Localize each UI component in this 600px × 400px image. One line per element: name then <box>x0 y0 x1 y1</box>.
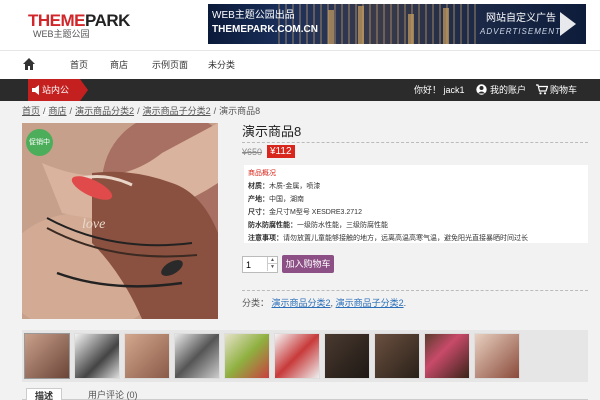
category-link[interactable]: 演示商品分类2 <box>272 298 331 308</box>
banner-spire <box>408 14 414 44</box>
nav-item-home[interactable]: 首页 <box>70 59 88 71</box>
spec-value: 一级防水性能，三级防腐性能 <box>297 222 388 229</box>
site-header: THEMEPARK WEB主题公园 WEB主题公园出品 THEMEPARK.CO… <box>0 0 600 50</box>
breadcrumb: 首页 / 商店 / 演示商品分类2/演示商品子分类2/演示商品8 <box>22 105 260 117</box>
banner-spire <box>358 6 364 44</box>
banner-text-line2: THEMEPARK.COM.CN <box>212 24 318 35</box>
spec-key: 产地： <box>248 196 269 203</box>
ad-banner[interactable]: WEB主题公园出品 THEMEPARK.COM.CN 网站自定义广告 ADVER… <box>208 4 586 44</box>
user-icon <box>476 84 487 95</box>
thumbnail[interactable] <box>74 333 120 379</box>
notice-label: 站内公告: <box>28 79 88 117</box>
title-divider <box>242 142 588 143</box>
speaker-icon <box>32 85 39 95</box>
banner-text-line4: ADVERTISEMENT <box>480 27 561 36</box>
product-specs-box: 商品概况 材质：木质-金属，喷漆 产地：中国，湖南 尺寸：金尺寸M型号 XESD… <box>244 165 588 243</box>
breadcrumb-separator: / <box>213 106 217 116</box>
nav-item-uncategorized[interactable]: 未分类 <box>208 59 235 71</box>
user-bar: 站内公告: 你好！ jack1 我的账户 购物车 <box>0 79 600 117</box>
logo-subtitle: WEB主题公园 <box>33 29 90 39</box>
site-logo[interactable]: THEMEPARK WEB主题公园 <box>28 12 130 40</box>
thumbnail[interactable] <box>324 333 370 379</box>
spec-row-size: 尺寸：金尺寸M型号 XESDRE3.2712 <box>248 208 362 217</box>
my-account-link[interactable]: 我的账户 <box>490 84 526 96</box>
banner-text-line3: 网站自定义广告 <box>486 13 556 24</box>
breadcrumb-separator: / <box>137 106 140 116</box>
breadcrumb-home[interactable]: 首页 <box>22 106 40 116</box>
thumbnail[interactable] <box>474 333 520 379</box>
tab-reviews[interactable]: 用户评论 (0) <box>80 388 146 400</box>
cart-icon <box>536 84 548 95</box>
cart-link[interactable]: 购物车 <box>550 84 577 96</box>
specs-heading: 商品概况 <box>248 170 276 177</box>
nav-item-sample-page[interactable]: 示例页面 <box>152 59 188 71</box>
banner-text-line1: WEB主题公园出品 <box>212 10 295 21</box>
banner-spire <box>328 10 334 44</box>
breadcrumb-separator: / <box>69 106 73 116</box>
thumbnail[interactable] <box>424 333 470 379</box>
thumbnail-strip <box>22 330 588 382</box>
product-categories: 分类： 演示商品分类2, 演示商品子分类2. <box>242 298 407 308</box>
spec-row-waterproof: 防水防腐性能：一级防水性能，三级防腐性能 <box>248 221 388 230</box>
thumbnail[interactable] <box>174 333 220 379</box>
sale-price: ¥112 <box>267 145 295 158</box>
category-link[interactable]: 演示商品子分类2 <box>336 298 404 308</box>
spec-value: 木质-金属，喷漆 <box>269 183 321 190</box>
categories-divider <box>242 290 588 291</box>
home-icon[interactable] <box>22 57 36 71</box>
logo-wordmark: THEMEPARK <box>28 12 130 29</box>
product-tabs: 描述 用户评论 (0) <box>22 388 588 400</box>
banner-spire <box>443 8 449 44</box>
original-price: ¥650 <box>242 147 263 157</box>
quantity-input[interactable] <box>243 257 267 272</box>
main-nav: 首页 商店 示例页面 未分类 <box>0 50 600 79</box>
thumbnail[interactable] <box>124 333 170 379</box>
thumbnail[interactable] <box>274 333 320 379</box>
sale-badge: 促销中 <box>26 129 53 156</box>
spec-key: 防水防腐性能： <box>248 222 297 229</box>
breadcrumb-shop[interactable]: 商店 <box>49 106 67 116</box>
breadcrumb-current: 演示商品8 <box>219 106 261 116</box>
quantity-stepper: ▲ ▼ <box>242 256 278 273</box>
quantity-decrease-icon[interactable]: ▼ <box>267 264 277 271</box>
breadcrumb-separator: / <box>43 106 46 116</box>
product-title: 演示商品8 <box>242 124 302 139</box>
categories-label: 分类： <box>242 298 270 308</box>
spec-value: 请勿放置儿童能够接触的地方，远离高温高寒气温，避免阳光直接暴晒时间过长 <box>283 235 528 242</box>
tab-description[interactable]: 描述 <box>26 388 63 400</box>
spec-row-origin: 产地：中国，湖南 <box>248 195 304 204</box>
spec-value: 金尺寸M型号 XESDRE3.2712 <box>269 209 362 216</box>
breadcrumb-subcategory[interactable]: 演示商品子分类2 <box>143 106 211 116</box>
quantity-increase-icon[interactable]: ▲ <box>267 257 277 264</box>
add-to-cart-button[interactable]: 加入购物车 <box>282 255 334 273</box>
thumbnail[interactable] <box>374 333 420 379</box>
spec-key: 注意事项： <box>248 235 283 242</box>
spec-key: 材质： <box>248 183 269 190</box>
user-greeting: 你好！ jack1 <box>414 85 465 95</box>
product-main-image[interactable]: love 促销中 <box>22 123 218 319</box>
svg-text:love: love <box>82 217 105 232</box>
logo-wordmark-dark: PARK <box>85 11 130 30</box>
logo-wordmark-red: THEME <box>28 11 86 30</box>
thumbnail[interactable] <box>24 333 70 379</box>
categories-suffix: . <box>403 298 407 308</box>
nav-item-shop[interactable]: 商店 <box>110 59 128 71</box>
bracelet-photo: love <box>22 123 218 319</box>
spec-row-notes: 注意事项：请勿放置儿童能够接触的地方，远离高温高寒气温，避免阳光直接暴晒时间过长 <box>248 234 528 243</box>
thumbnail[interactable] <box>224 333 270 379</box>
spec-key: 尺寸： <box>248 209 269 216</box>
spec-row-material: 材质：木质-金属，喷漆 <box>248 182 320 191</box>
banner-arrow-icon <box>560 12 576 36</box>
breadcrumb-category[interactable]: 演示商品分类2 <box>75 106 134 116</box>
spec-value: 中国，湖南 <box>269 196 304 203</box>
